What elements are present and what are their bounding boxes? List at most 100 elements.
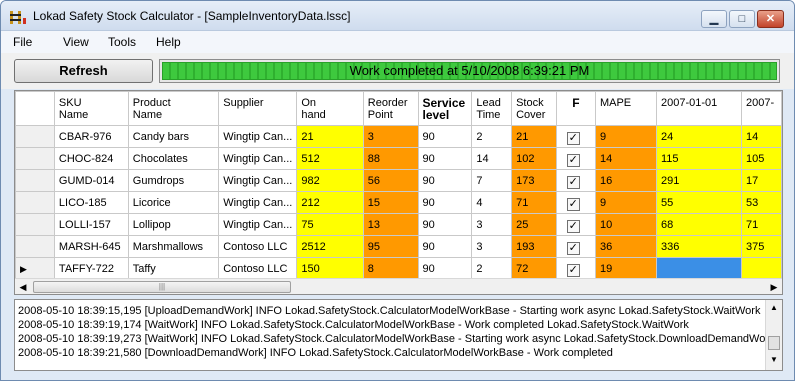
cell-d1[interactable]: 336 [655, 235, 743, 258]
row-header[interactable]: ▶ [15, 257, 55, 280]
cell-f[interactable]: ✓ [555, 147, 596, 170]
cell-f[interactable]: ✓ [555, 257, 596, 280]
checkbox-icon[interactable]: ✓ [566, 242, 580, 255]
cell-f[interactable]: ✓ [555, 169, 596, 192]
col-f[interactable]: F [555, 91, 596, 126]
cell-product[interactable]: Licorice [127, 191, 220, 214]
cell-d1[interactable]: 24 [655, 125, 743, 148]
cell-d2[interactable] [741, 257, 782, 280]
cell-product[interactable]: Lollipop [127, 213, 220, 236]
maximize-button[interactable]: □ [729, 10, 755, 28]
menu-help[interactable]: Help [156, 35, 181, 49]
cell-reorder[interactable]: 8 [362, 257, 419, 280]
checkbox-icon[interactable]: ✓ [566, 220, 580, 233]
cell-d1[interactable]: 291 [655, 169, 743, 192]
col-mape[interactable]: MAPE [594, 91, 657, 126]
close-button[interactable]: ✕ [757, 10, 784, 28]
cell-cover[interactable]: 25 [511, 213, 557, 236]
cell-sku[interactable]: LOLLI-157 [53, 213, 129, 236]
checkbox-icon[interactable]: ✓ [566, 176, 580, 189]
cell-mape[interactable]: 9 [594, 125, 657, 148]
row-header[interactable] [15, 147, 55, 170]
cell-sku[interactable]: GUMD-014 [53, 169, 129, 192]
menu-tools[interactable]: Tools [108, 35, 136, 49]
col-product[interactable]: Product Name [127, 91, 220, 126]
cell-service[interactable]: 90 [417, 213, 473, 236]
col-supplier[interactable]: Supplier [218, 91, 298, 126]
cell-lead[interactable]: 3 [471, 235, 513, 258]
table-row[interactable]: GUMD-014 Gumdrops Wingtip Can... 982 56 90 7 17… [15, 169, 782, 192]
cell-d1[interactable]: 55 [655, 191, 743, 214]
cell-cover[interactable]: 71 [511, 191, 557, 214]
cell-supplier[interactable]: Wingtip Can... [218, 191, 298, 214]
cell-reorder[interactable]: 88 [362, 147, 419, 170]
cell-sku[interactable]: TAFFY-722 [53, 257, 129, 280]
cell-service[interactable]: 90 [417, 147, 473, 170]
table-row[interactable]: MARSH-645 Marshmallows Contoso LLC 2512 95 90… [15, 235, 782, 258]
col-date-2[interactable]: 2007- [741, 91, 782, 126]
menu-view[interactable]: View [63, 35, 89, 49]
cell-onhand[interactable]: 150 [296, 257, 364, 280]
cell-supplier[interactable]: Contoso LLC [218, 257, 298, 280]
cell-sku[interactable]: MARSH-645 [53, 235, 129, 258]
row-header[interactable] [15, 169, 55, 192]
cell-onhand[interactable]: 2512 [296, 235, 364, 258]
cell-d1[interactable]: 68 [655, 213, 743, 236]
cell-cover[interactable]: 193 [511, 235, 557, 258]
cell-lead[interactable]: 14 [471, 147, 513, 170]
log-scrollbar[interactable]: ▲ ▼ [765, 300, 782, 370]
inventory-grid[interactable]: SKU Name Product Name Supplier On hand R… [14, 90, 783, 295]
cell-service[interactable]: 90 [417, 257, 473, 280]
cell-sku[interactable]: CBAR-976 [53, 125, 129, 148]
table-row[interactable]: CHOC-824 Chocolates Wingtip Can... 512 88 90 1… [15, 147, 782, 170]
cell-onhand[interactable]: 212 [296, 191, 364, 214]
cell-f[interactable]: ✓ [555, 213, 596, 236]
cell-onhand[interactable]: 21 [296, 125, 364, 148]
cell-cover[interactable]: 21 [511, 125, 557, 148]
cell-f[interactable]: ✓ [555, 191, 596, 214]
checkbox-icon[interactable]: ✓ [566, 198, 580, 211]
row-header[interactable] [15, 191, 55, 214]
cell-onhand[interactable]: 982 [296, 169, 364, 192]
menu-file[interactable]: File [13, 35, 32, 49]
cell-d1[interactable] [655, 257, 743, 280]
cell-d2[interactable]: 17 [741, 169, 782, 192]
cell-onhand[interactable]: 75 [296, 213, 364, 236]
checkbox-icon[interactable]: ✓ [566, 264, 580, 277]
log-scroll-thumb[interactable] [768, 336, 780, 350]
cell-supplier[interactable]: Wingtip Can... [218, 125, 298, 148]
scroll-thumb[interactable]: ||| [33, 281, 291, 293]
cell-f[interactable]: ✓ [555, 125, 596, 148]
cell-lead[interactable]: 7 [471, 169, 513, 192]
table-row[interactable]: CBAR-976 Candy bars Wingtip Can... 21 3 90 2 21… [15, 125, 782, 148]
log-panel[interactable]: 2008-05-10 18:39:15,195 [UploadDemandWor… [14, 299, 783, 371]
col-reorder[interactable]: Reorder Point [362, 91, 419, 126]
cell-d2[interactable]: 53 [741, 191, 782, 214]
checkbox-icon[interactable]: ✓ [566, 132, 580, 145]
cell-mape[interactable]: 16 [594, 169, 657, 192]
cell-cover[interactable]: 72 [511, 257, 557, 280]
scroll-right-icon[interactable]: ▶ [768, 281, 780, 293]
cell-onhand[interactable]: 512 [296, 147, 364, 170]
cell-mape[interactable]: 19 [594, 257, 657, 280]
cell-cover[interactable]: 173 [511, 169, 557, 192]
cell-d1[interactable]: 115 [655, 147, 743, 170]
cell-supplier[interactable]: Wingtip Can... [218, 169, 298, 192]
cell-service[interactable]: 90 [417, 169, 473, 192]
col-date-1[interactable]: 2007-01-01 [655, 91, 743, 126]
cell-product[interactable]: Marshmallows [127, 235, 220, 258]
cell-lead[interactable]: 2 [471, 125, 513, 148]
cell-d2[interactable]: 105 [741, 147, 782, 170]
row-header[interactable] [15, 125, 55, 148]
cell-mape[interactable]: 36 [594, 235, 657, 258]
cell-service[interactable]: 90 [417, 191, 473, 214]
corner-header[interactable] [15, 91, 55, 126]
scroll-left-icon[interactable]: ◀ [17, 281, 29, 293]
col-onhand[interactable]: On hand [296, 91, 364, 126]
cell-d2[interactable]: 14 [741, 125, 782, 148]
row-header[interactable] [15, 235, 55, 258]
row-header[interactable] [15, 213, 55, 236]
table-row[interactable]: ▶ TAFFY-722 Taffy Contoso LLC 150 8 90 2 72 ✓ 19 [15, 257, 782, 280]
cell-reorder[interactable]: 15 [362, 191, 419, 214]
cell-product[interactable]: Taffy [127, 257, 220, 280]
